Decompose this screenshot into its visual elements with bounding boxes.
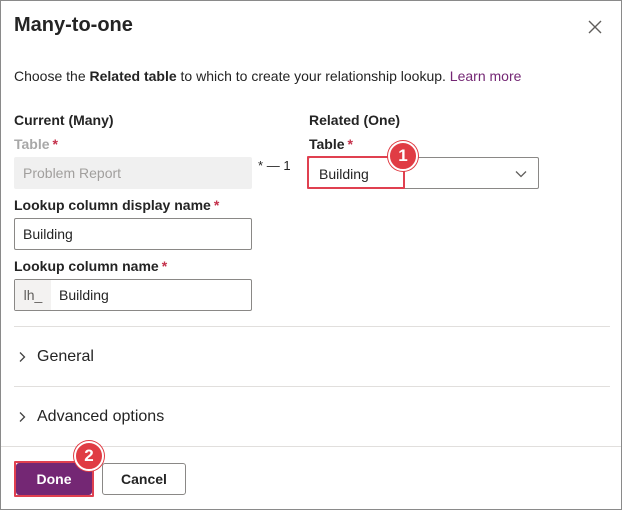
column-name-value: Building bbox=[59, 287, 109, 303]
close-icon[interactable] bbox=[586, 18, 604, 36]
required-indicator: * bbox=[161, 258, 168, 274]
display-name-label: Lookup column display name * bbox=[14, 197, 219, 213]
callout-badge-1: 1 bbox=[388, 141, 418, 171]
learn-more-link[interactable]: Learn more bbox=[450, 68, 522, 84]
cancel-button[interactable]: Cancel bbox=[102, 463, 186, 495]
current-table-label-text: Table bbox=[14, 136, 50, 152]
column-name-input[interactable]: lh_ Building bbox=[14, 279, 252, 311]
chevron-right-icon bbox=[19, 352, 26, 362]
current-table-field: Problem Report bbox=[14, 157, 252, 189]
intro-suffix: to which to create your relationship loo… bbox=[176, 68, 446, 84]
divider bbox=[14, 386, 610, 387]
display-name-input[interactable]: Building bbox=[14, 218, 252, 250]
dialog-title: Many-to-one bbox=[14, 14, 133, 36]
intro-prefix: Choose the bbox=[14, 68, 90, 84]
general-section-label: General bbox=[37, 348, 94, 365]
column-name-label-text: Lookup column name bbox=[14, 258, 159, 274]
related-table-label: Table * bbox=[309, 136, 353, 152]
current-heading: Current (Many) bbox=[14, 112, 114, 128]
display-name-value: Building bbox=[23, 226, 73, 242]
chevron-right-icon bbox=[19, 412, 26, 422]
current-table-value: Problem Report bbox=[23, 165, 122, 181]
column-name-label: Lookup column name * bbox=[14, 258, 167, 274]
related-heading: Related (One) bbox=[309, 112, 401, 128]
general-section-toggle[interactable]: General bbox=[14, 348, 94, 366]
connector-many: * bbox=[258, 158, 264, 173]
advanced-options-label: Advanced options bbox=[37, 408, 165, 425]
relationship-connector: * — 1 bbox=[258, 158, 291, 173]
dialog-description: Choose the Related table to which to cre… bbox=[14, 68, 521, 84]
chevron-down-icon bbox=[515, 171, 527, 178]
connector-dash: — bbox=[266, 158, 280, 173]
required-indicator: * bbox=[213, 197, 220, 213]
required-indicator: * bbox=[52, 136, 58, 152]
required-indicator: * bbox=[347, 136, 353, 152]
display-name-label-text: Lookup column display name bbox=[14, 197, 211, 213]
divider bbox=[14, 326, 610, 327]
callout-badge-2: 2 bbox=[74, 441, 104, 471]
intro-bold: Related table bbox=[89, 68, 177, 84]
advanced-options-toggle[interactable]: Advanced options bbox=[14, 408, 164, 426]
column-name-prefix: lh_ bbox=[15, 280, 51, 310]
related-table-label-text: Table bbox=[309, 136, 345, 152]
many-to-one-dialog: Many-to-one Choose the Related table to … bbox=[0, 0, 622, 510]
current-table-label: Table * bbox=[14, 136, 58, 152]
connector-one: 1 bbox=[283, 158, 291, 173]
